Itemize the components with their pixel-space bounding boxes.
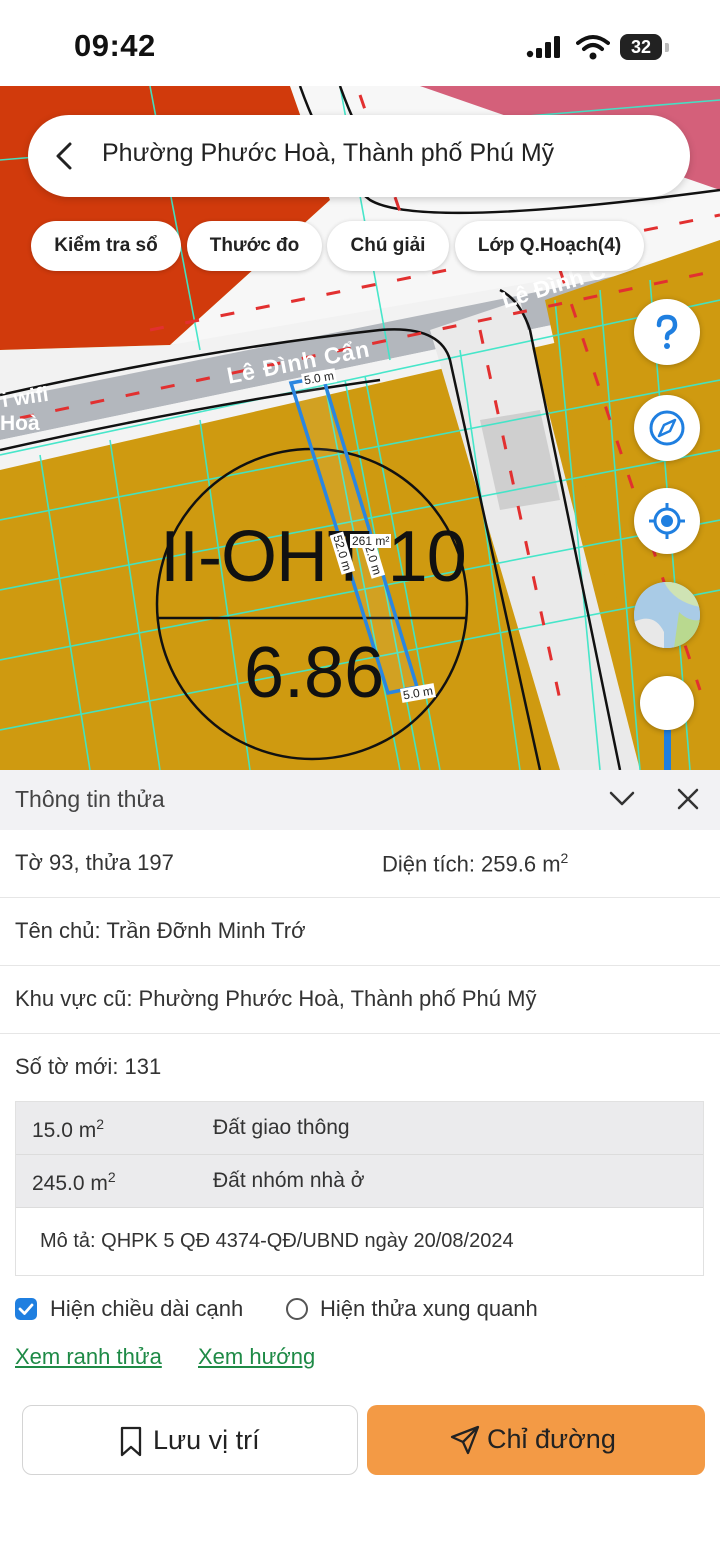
location-title: Phường Phước Hoà, Thành phố Phú Mỹ [102,139,555,167]
owner-row: Tên chủ: Trần Đỡnh Minh Trớ [0,898,720,966]
panel-header: Thông tin thửa [0,770,720,830]
parcel-area-label: 261 m² [350,534,392,548]
old-area-row: Khu vực cũ: Phường Phước Hoà, Thành phố … [0,966,720,1034]
my-location-button[interactable] [634,488,700,554]
view-boundary-link[interactable]: Xem ranh thửa [15,1344,162,1370]
show-edges-checkbox[interactable] [15,1298,37,1320]
compass-icon [649,410,685,446]
panel-title: Thông tin thửa [15,786,165,812]
planning-description: Mô tả: QHPK 5 QĐ 4374-QĐ/UBND ngày 20/08… [40,1230,514,1252]
save-location-label: Lưu vị trí [153,1425,260,1455]
status-time: 09:42 [74,28,156,63]
crosshair-location-icon [649,503,685,539]
directions-button[interactable]: Chỉ đường [367,1405,705,1475]
show-neighbors-label[interactable]: Hiện thửa xung quanh [320,1296,538,1324]
land-use-area: 245.0 m2 [32,1169,116,1196]
checkmark-icon [18,1303,34,1315]
land-use-area-sup: 2 [96,1116,104,1132]
parcel-area-unit-sup: 2 [560,850,569,866]
location-search-bar[interactable]: Phường Phước Hoà, Thành phố Phú Mỹ [28,115,690,197]
zone-code-label: II-OHT 10 [160,517,467,597]
new-sheet-number: Số tờ mới: 131 [15,1054,162,1079]
show-edges-label[interactable]: Hiện chiều dài cạnh [50,1296,243,1324]
bookmark-icon [120,1426,142,1457]
poi-label-2: Hoà [0,412,40,435]
help-button[interactable] [634,299,700,365]
opacity-slider-track[interactable] [664,730,671,770]
parcel-id-row: Tờ 93, thửa 197 Diện tích: 259.6 m2 [0,830,720,898]
show-neighbors-checkbox[interactable] [286,1298,308,1320]
parcel-area: Diện tích: 259.6 m2 [382,850,568,877]
wifi-icon [576,35,610,60]
chip-check-certificate[interactable]: Kiểm tra sổ [31,221,181,271]
status-bar: 09:42 32 [0,0,720,86]
chip-legend[interactable]: Chú giải [327,221,449,271]
chip-ruler[interactable]: Thước đo [187,221,322,271]
old-area: Khu vực cũ: Phường Phước Hoà, Thành phố … [15,986,537,1011]
view-direction-link[interactable]: Xem hướng [198,1344,315,1370]
land-use-type: Đất giao thông [213,1116,350,1139]
chevron-down-icon[interactable] [608,787,636,809]
land-use-area-value: 245.0 m [32,1172,108,1195]
table-row: 245.0 m2 Đất nhóm nhà ở [16,1155,703,1208]
map-type-button[interactable] [634,582,700,648]
battery-tip [665,43,669,52]
land-use-area: 15.0 m2 [32,1116,104,1143]
land-use-table: 15.0 m2 Đất giao thông 245.0 m2 Đất nhóm… [15,1101,704,1276]
owner-name: Tên chủ: Trần Đỡnh Minh Trớ [15,918,306,943]
opacity-slider-handle[interactable] [640,676,694,730]
cellular-signal-icon [526,36,560,58]
table-row: 15.0 m2 Đất giao thông [16,1102,703,1155]
land-use-area-value: 15.0 m [32,1119,97,1142]
compass-button[interactable] [634,395,700,461]
send-arrow-icon [450,1425,480,1455]
land-use-type: Đất nhóm nhà ở [213,1169,365,1192]
sheet-parcel-number: Tờ 93, thửa 197 [15,850,174,875]
parcel-area-value: Diện tích: 259.6 m [382,851,561,877]
close-icon[interactable] [676,787,700,811]
battery-icon: 32 [620,34,662,60]
land-use-area-sup: 2 [107,1169,116,1185]
back-arrow-icon[interactable] [54,141,74,171]
new-sheet-row: Số tờ mới: 131 [0,1034,720,1100]
save-location-button[interactable]: Lưu vị trí [22,1405,358,1475]
map-thumbnail-icon [634,582,700,648]
directions-label: Chỉ đường [487,1424,616,1454]
zone-value-label: 6.86 [244,633,385,713]
chip-planning-layers[interactable]: Lớp Q.Hoạch(4) [455,221,644,271]
question-mark-icon [656,314,678,349]
